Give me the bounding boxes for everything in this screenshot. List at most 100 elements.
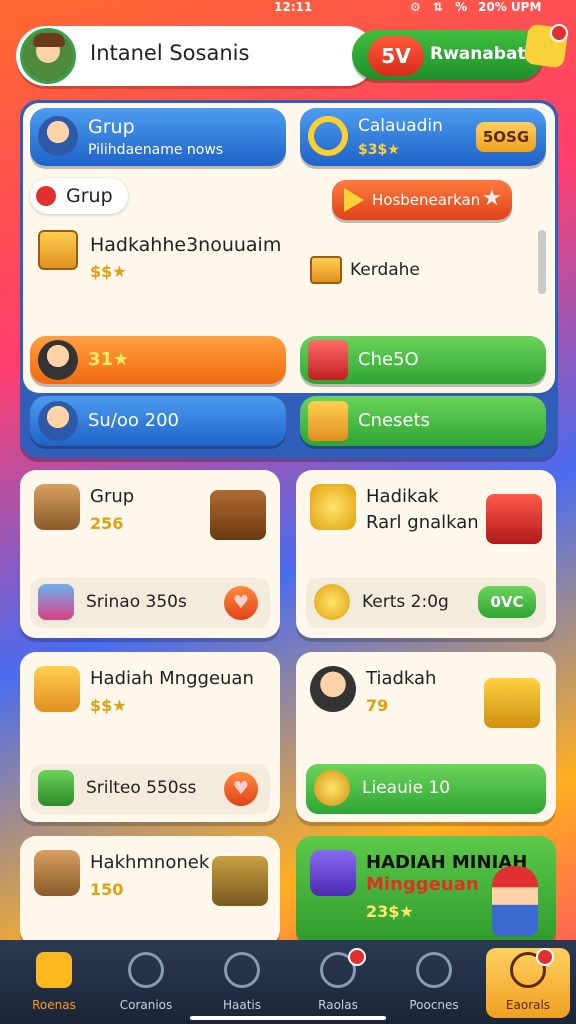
reward-card[interactable]: Hadiah Mnggeuan $$★ Srilteo 550ss ♥	[20, 652, 280, 822]
card-footer-text: Lieauie 10	[362, 778, 451, 798]
hat-icon	[33, 33, 65, 47]
heart-icon[interactable]: ♥	[224, 586, 258, 620]
card-coins: 79	[366, 696, 389, 715]
treasure-icon	[310, 484, 356, 530]
saddle-icon	[210, 490, 266, 540]
crate-icon	[310, 256, 342, 284]
nav-label: Poocnes	[409, 998, 459, 1012]
reward-card[interactable]: Hadikak Rarl gnalkan Kerts 2:0g 0VC	[296, 470, 556, 638]
bag-icon	[34, 850, 80, 896]
rank-badge: 5V	[368, 36, 424, 76]
card-footer[interactable]: Lieauie 10	[306, 764, 546, 814]
gnome-icon	[492, 866, 538, 936]
group-tag-label: Grup	[66, 185, 113, 207]
gift-icon	[310, 850, 356, 896]
nav-settings[interactable]: Haatis	[194, 948, 290, 1018]
calauadin-button[interactable]: Calauadin $3$★ 5OSG	[300, 108, 546, 166]
backpack-icon	[34, 484, 80, 530]
gift-row[interactable]: Hadkahhe3nouuaim $$★ Kerdahe	[30, 226, 528, 296]
bottom-nav: Roenas Coranios Haatis Raolas Poocnes Ea…	[0, 940, 576, 1024]
group-button[interactable]: Grup Pilihdaename nows	[30, 108, 286, 166]
reward-card[interactable]: Hakhmnonek 150	[20, 836, 280, 946]
gift-icon	[308, 340, 348, 380]
nav-label: Roenas	[32, 998, 76, 1012]
status-battery: 20% UPM	[478, 0, 542, 14]
profile-name: Intanel Sosanis	[90, 41, 250, 65]
main-panel: Grup Pilihdaename nows Calauadin $3$★ 5O…	[20, 100, 558, 458]
play-icon	[344, 188, 364, 212]
red-dot-icon	[36, 186, 56, 206]
group-title: Grup	[88, 116, 135, 138]
chests-button[interactable]: Cnesets	[300, 396, 546, 446]
gift-box-icon	[38, 230, 78, 270]
character-icon	[38, 340, 78, 380]
card-footer[interactable]: Kerts 2:0g 0VC	[306, 578, 546, 628]
player-icon	[38, 401, 78, 441]
card-title: Hadiah Mnggeuan	[90, 668, 254, 689]
group-tag[interactable]: Grup	[30, 178, 128, 214]
rank-label: Rwanabat	[430, 44, 526, 64]
reward-card[interactable]: Tiadkah 79 Lieauie 10	[296, 652, 556, 822]
card-title: Hakhmnonek	[90, 852, 210, 873]
featured-reward-card[interactable]: HADIAH MINIAH Minggeuan 23$★	[296, 836, 556, 946]
card-coins: 256	[90, 514, 124, 533]
notification-badge	[536, 948, 554, 966]
calauadin-value: $3$★	[358, 142, 400, 158]
cart-icon	[212, 856, 268, 906]
crate-icon	[34, 666, 80, 712]
scrollbar[interactable]	[538, 230, 546, 294]
gear-icon	[224, 952, 260, 988]
home-indicator[interactable]	[190, 1016, 386, 1020]
status-bar: 12:11 ⚙ ⇅ % 20% UPM	[0, 0, 576, 16]
gift-row-sub-label: Kerdahe	[350, 260, 420, 280]
card-title: Tiadkah	[366, 668, 437, 689]
header: Intanel Sosanis 5V Rwanabat	[16, 23, 569, 88]
card-footer[interactable]: Srilteo 550ss ♥	[30, 764, 270, 814]
gift-row-title: Hadkahhe3nouuaim	[90, 234, 282, 256]
nav-label: Eaorals	[505, 998, 551, 1012]
nav-compass[interactable]: Coranios	[98, 948, 194, 1018]
message-icon	[416, 952, 452, 988]
avatar[interactable]	[20, 28, 76, 84]
compass-icon	[128, 952, 164, 988]
gift-icon	[38, 584, 74, 620]
score-badge: 5OSG	[476, 122, 536, 152]
home-icon	[36, 952, 72, 988]
armchair-icon	[486, 494, 542, 544]
nav-home[interactable]: Roenas	[6, 948, 102, 1018]
card-footer-text: Kerts 2:0g	[362, 592, 449, 612]
card-coins: 150	[90, 880, 124, 899]
nav-social[interactable]: Raolas	[290, 948, 386, 1018]
nav-messages[interactable]: Poocnes	[386, 948, 482, 1018]
group-subtitle: Pilihdaename nows	[88, 142, 224, 158]
rank-pill[interactable]: 5V Rwanabat	[352, 30, 544, 80]
play-button[interactable]: Hosbenearkan ★	[332, 180, 512, 220]
profile-pill[interactable]: Intanel Sosanis	[16, 26, 376, 86]
ring-icon	[308, 116, 348, 156]
heart-icon[interactable]: ♥	[224, 772, 258, 806]
nav-label: Raolas	[318, 998, 358, 1012]
gift-row-price: $$★	[90, 262, 127, 281]
blue-score-button[interactable]: Su/oo 200	[30, 396, 286, 446]
green-reward-button[interactable]: Che5O	[300, 336, 546, 384]
card-title: Hadikak	[366, 486, 439, 507]
notification-dot	[550, 24, 568, 42]
notification-badge	[348, 948, 366, 966]
nav-chat[interactable]: Eaorals	[486, 948, 570, 1018]
chair-icon	[484, 678, 540, 728]
card-coins: 23$★	[366, 902, 414, 921]
nav-label: Haatis	[222, 998, 262, 1012]
card-action-button[interactable]: 0VC	[478, 586, 536, 618]
status-icons: ⚙ ⇅ %	[410, 0, 472, 14]
orange-reward-button[interactable]: 31★	[30, 336, 286, 384]
card-subtitle: Minggeuan	[366, 874, 479, 895]
card-subtitle: Rarl gnalkan	[366, 512, 479, 533]
cookie-icon	[314, 770, 350, 806]
chests-label: Cnesets	[358, 410, 430, 431]
card-footer[interactable]: Srinao 350s ♥	[30, 578, 270, 628]
cash-icon	[38, 770, 74, 806]
card-coins: $$★	[90, 696, 127, 715]
card-footer-text: Srilteo 550ss	[86, 778, 197, 798]
reward-card[interactable]: Grup 256 Srinao 350s ♥	[20, 470, 280, 638]
status-time: 12:11	[274, 0, 313, 14]
